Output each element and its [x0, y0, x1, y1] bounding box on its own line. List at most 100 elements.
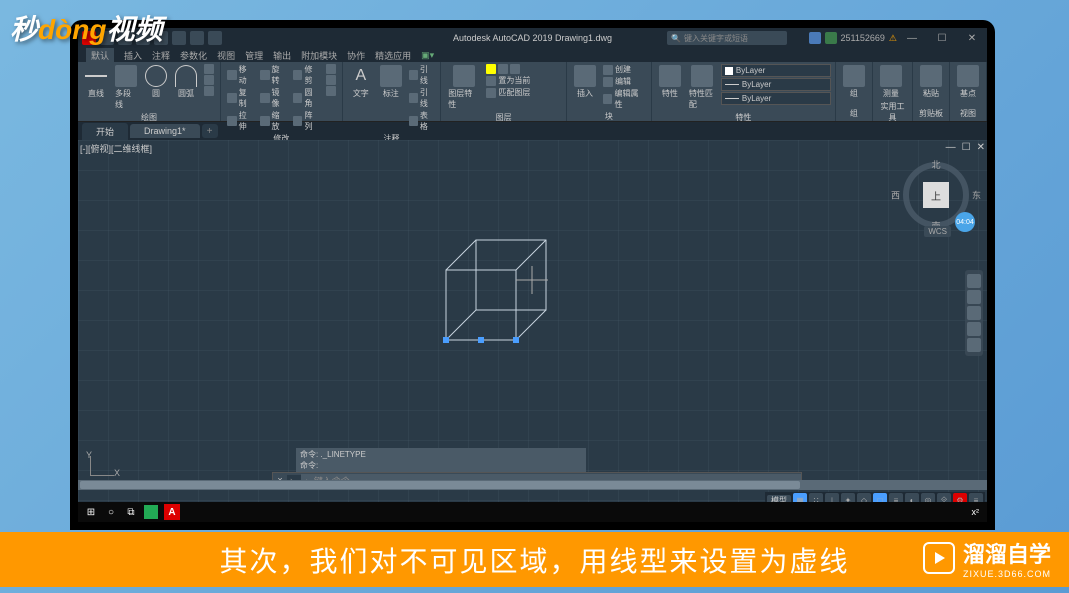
- tab-output[interactable]: 输出: [273, 49, 291, 62]
- leader-button[interactable]: 引线: [407, 87, 436, 109]
- viewcube-face[interactable]: 上: [923, 182, 949, 208]
- table-button[interactable]: 表格: [407, 110, 436, 132]
- group-button[interactable]: 组: [840, 64, 868, 100]
- user-info[interactable]: 251152669 ⚠: [809, 32, 897, 44]
- orbit-button[interactable]: [967, 322, 981, 336]
- rotate-button[interactable]: 旋转: [258, 64, 289, 86]
- stretch-button[interactable]: 拉伸: [225, 110, 256, 132]
- scrollbar-thumb[interactable]: [80, 481, 800, 489]
- fullnav-wheel-button[interactable]: [967, 274, 981, 288]
- viewport-label[interactable]: [-][俯视][二维线框]: [80, 142, 152, 155]
- minimize-button[interactable]: —: [897, 28, 927, 48]
- cloud-icon[interactable]: ⚠: [889, 33, 897, 44]
- copy-button[interactable]: 复制: [225, 87, 256, 109]
- arc-button[interactable]: 圆弧: [172, 64, 200, 100]
- tab-drawing1[interactable]: Drawing1*: [130, 124, 200, 138]
- matchprops-button[interactable]: 特性匹配: [686, 64, 719, 111]
- logo-prefix: 秒: [10, 14, 38, 45]
- ribbon-tabs: 默认 插入 注释 参数化 视图 管理 输出 附加模块 协作 精选应用 ▣▾: [78, 48, 987, 62]
- ellipse-button[interactable]: [202, 75, 216, 85]
- viewcube-wcs[interactable]: WCS: [924, 226, 951, 237]
- lweight-combo[interactable]: ByLayer: [721, 78, 831, 91]
- cortana-icon[interactable]: ○: [104, 505, 118, 519]
- offset-icon: [326, 86, 336, 96]
- dim-button[interactable]: 标注: [377, 64, 405, 100]
- create-block-button[interactable]: 创建: [601, 64, 647, 75]
- showmotion-button[interactable]: [967, 338, 981, 352]
- grip-point[interactable]: [443, 337, 449, 343]
- matchlayer-button[interactable]: 匹配图层: [484, 87, 562, 98]
- autocad-window: Autodesk AutoCAD 2019 Drawing1.dwg 🔍键入关键…: [78, 28, 987, 522]
- doc-minimize-button[interactable]: —: [946, 142, 956, 153]
- circle-button[interactable]: 圆: [142, 64, 170, 100]
- layer-combo[interactable]: [484, 64, 562, 74]
- polyline-icon: [115, 65, 137, 87]
- close-button[interactable]: ✕: [957, 28, 987, 48]
- doc-maximize-button[interactable]: ☐: [962, 142, 971, 153]
- logo-dong: dòng: [38, 14, 106, 45]
- mirror-button[interactable]: 镜像: [258, 87, 289, 109]
- tab-manage[interactable]: 管理: [245, 49, 263, 62]
- taskbar-autocad-icon[interactable]: A: [164, 504, 180, 520]
- tab-start[interactable]: 开始: [82, 123, 128, 140]
- tab-featured[interactable]: 精选应用: [375, 49, 411, 62]
- setcurrent-button[interactable]: 置为当前: [484, 75, 562, 86]
- grip-point[interactable]: [478, 337, 484, 343]
- erase-button[interactable]: [324, 64, 338, 74]
- paste-button[interactable]: 粘贴: [917, 64, 945, 100]
- base-button[interactable]: 基点: [954, 64, 982, 100]
- tab-default[interactable]: 默认: [86, 48, 114, 63]
- insert-button[interactable]: 插入: [571, 64, 599, 100]
- rect-button[interactable]: [202, 64, 216, 74]
- linear-button[interactable]: 引线: [407, 64, 436, 86]
- text-button[interactable]: A文字: [347, 64, 375, 100]
- notification-area[interactable]: x²: [972, 507, 980, 517]
- panel-draw: 直线 多段线 圆 圆弧 绘图: [78, 62, 221, 121]
- edit-attr-button[interactable]: 编辑属性: [601, 88, 647, 110]
- viewcube-west[interactable]: 西: [891, 189, 900, 202]
- maximize-button[interactable]: ☐: [927, 28, 957, 48]
- edit-block-button[interactable]: 编辑: [601, 76, 647, 87]
- start-button[interactable]: ⊞: [84, 505, 98, 519]
- fillet-button[interactable]: 圆角: [291, 87, 322, 109]
- taskview-icon[interactable]: ⧉: [124, 505, 138, 519]
- copy-icon: [227, 93, 237, 103]
- layerprops-button[interactable]: 图层特性: [445, 64, 482, 111]
- hatch-button[interactable]: [202, 86, 216, 96]
- tab-expand-icon[interactable]: ▣▾: [421, 50, 434, 61]
- qa-plot-icon[interactable]: [172, 31, 186, 45]
- trim-button[interactable]: 修剪: [291, 64, 322, 86]
- grip-point[interactable]: [513, 337, 519, 343]
- line-button[interactable]: 直线: [82, 64, 110, 100]
- taskbar-app-icon[interactable]: [144, 505, 158, 519]
- tab-insert[interactable]: 插入: [124, 49, 142, 62]
- polyline-button[interactable]: 多段线: [112, 64, 140, 111]
- tab-collab[interactable]: 协作: [347, 49, 365, 62]
- qa-undo-icon[interactable]: [190, 31, 204, 45]
- horizontal-scrollbar[interactable]: [78, 480, 987, 490]
- tab-add-button[interactable]: +: [202, 124, 218, 138]
- tab-view[interactable]: 视图: [217, 49, 235, 62]
- viewcube-east[interactable]: 东: [972, 189, 981, 202]
- pan-button[interactable]: [967, 290, 981, 304]
- color-combo[interactable]: ByLayer: [721, 64, 831, 77]
- ltype-combo[interactable]: ByLayer: [721, 92, 831, 105]
- drawing-canvas[interactable]: [-][俯视][二维线框] — ☐ ✕ Y: [78, 140, 987, 506]
- move-button[interactable]: 移动: [225, 64, 256, 86]
- help-search-input[interactable]: 🔍键入关键字或短语: [667, 31, 787, 45]
- zoom-button[interactable]: [967, 306, 981, 320]
- edit-block-icon: [603, 77, 613, 87]
- qa-redo-icon[interactable]: [208, 31, 222, 45]
- props-button[interactable]: 特性: [656, 64, 684, 100]
- tab-parametric[interactable]: 参数化: [180, 49, 207, 62]
- doc-close-button[interactable]: ✕: [977, 142, 985, 153]
- offset-button[interactable]: [324, 86, 338, 96]
- tab-annotate[interactable]: 注释: [152, 49, 170, 62]
- measure-button[interactable]: 测量: [877, 64, 905, 100]
- scale-button[interactable]: 缩放: [258, 110, 289, 132]
- viewcube-north[interactable]: 北: [931, 158, 940, 171]
- tab-addins[interactable]: 附加模块: [301, 49, 337, 62]
- viewcube[interactable]: 上 北 南 东 西 04:04: [901, 160, 971, 230]
- explode-button[interactable]: [324, 75, 338, 85]
- array-button[interactable]: 阵列: [291, 110, 322, 132]
